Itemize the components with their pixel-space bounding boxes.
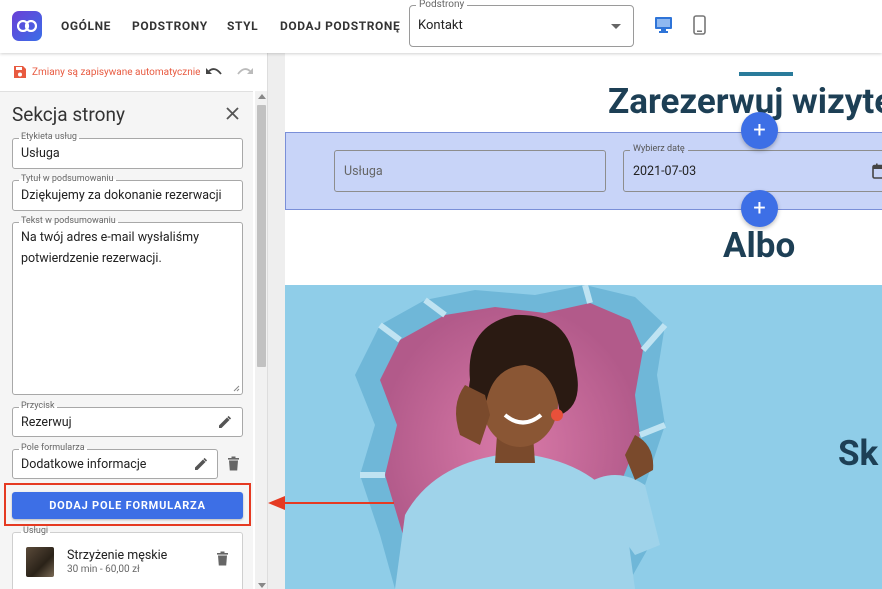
nav-add-subpage[interactable]: DODAJ PODSTRONĘ [280, 19, 400, 33]
summary-text-legend: Tekst w podsumowaniu [19, 216, 118, 226]
add-section-below-button[interactable]: + [741, 190, 778, 227]
trash-icon[interactable] [216, 551, 229, 566]
button-label-field[interactable]: Przycisk Rezerwuj [12, 401, 243, 437]
summary-title-legend: Tytuł w podsumowaniu [19, 174, 116, 184]
top-bar: OGÓLNE PODSTRONY STYL DODAJ PODSTRONĘ Po… [0, 0, 882, 53]
heading-accent-bar [739, 72, 793, 76]
mobile-icon[interactable] [693, 15, 706, 35]
edit-pencil-icon[interactable] [217, 415, 232, 430]
summary-title-field[interactable]: Tytuł w podsumowaniu Dziękujemy za dokon… [12, 174, 243, 211]
page-preview: Zarezerwuj wizytę Usługa Wybierz datę 20… [268, 53, 882, 589]
service-label-value: Usługa [21, 146, 60, 161]
calendar-icon[interactable] [872, 163, 882, 179]
preview-page: Zarezerwuj wizytę Usługa Wybierz datę 20… [285, 53, 882, 589]
service-meta: 30 min - 60,00 zł [67, 564, 140, 575]
highlight-frame [4, 483, 251, 526]
link-logo-icon [17, 20, 37, 32]
panel-scrollbar-thumb[interactable] [257, 105, 266, 367]
services-legend: Usługi [21, 526, 51, 536]
autosave-text: Zmiany są zapisywane automatycznie [32, 66, 201, 78]
date-input-value: 2021-07-03 [633, 164, 697, 179]
annotation-arrow-line [284, 502, 394, 504]
close-icon[interactable] [226, 107, 239, 120]
woman-on-phone-illustration [285, 285, 882, 589]
service-input-placeholder: Usługa [344, 164, 383, 179]
redo-icon[interactable] [236, 66, 254, 78]
subpage-select-label: Podstrony [416, 0, 468, 10]
button-label-legend: Przycisk [19, 401, 57, 411]
scroll-up-icon[interactable] [258, 94, 266, 99]
summary-text-line-1: Na twój adres e-mail wysłaliśmy [21, 230, 200, 245]
or-heading: Albo [723, 225, 796, 266]
add-section-above-button[interactable]: + [741, 112, 778, 149]
button-label-value: Rezerwuj [21, 415, 72, 430]
desktop-icon[interactable] [654, 16, 673, 34]
booking-form-section[interactable]: Usługa Wybierz datę 2021-07-03 [285, 132, 882, 210]
chevron-down-icon [611, 24, 621, 29]
resize-handle-icon[interactable] [233, 385, 240, 392]
form-field-legend: Pole formularza [19, 443, 87, 453]
section-title: Sekcja strony [12, 103, 125, 126]
form-field-value: Dodatkowe informacje [21, 457, 147, 472]
edit-pencil-icon[interactable] [193, 457, 208, 472]
service-label-field[interactable]: Etykieta usług Usługa [12, 132, 243, 169]
subpage-select-value: Kontakt [418, 18, 463, 33]
save-icon [14, 66, 26, 78]
left-panel: Zmiany są zapisywane automatycznie Sekcj… [0, 53, 268, 589]
trash-icon[interactable] [227, 456, 240, 471]
service-thumbnail [26, 547, 54, 577]
app-logo[interactable] [12, 11, 42, 41]
service-name: Strzyżenie męskie [67, 548, 168, 563]
form-field-input[interactable]: Pole formularza Dodatkowe informacje [12, 443, 218, 479]
undo-icon[interactable] [205, 66, 223, 78]
subpage-select[interactable]: Podstrony Kontakt [409, 0, 634, 47]
summary-text-area[interactable]: Tekst w podsumowaniu Na twój adres e-mai… [12, 216, 243, 395]
service-input[interactable]: Usługa [334, 150, 606, 192]
nav-subpages[interactable]: PODSTRONY [132, 19, 208, 33]
nav-general[interactable]: OGÓLNE [61, 19, 111, 33]
autosave-indicator: Zmiany są zapisywane automatycznie [13, 65, 200, 79]
date-input[interactable]: Wybierz datę 2021-07-03 [623, 144, 882, 192]
scroll-down-icon[interactable] [258, 583, 266, 588]
summary-title-value: Dziękujemy za dokonanie rezerwacji [21, 188, 222, 203]
summary-text-line-2: potwierdzenie rezerwacji. [21, 251, 162, 266]
date-input-legend: Wybierz datę [630, 144, 688, 154]
arrow-left-icon [268, 496, 285, 510]
hero-heading: Sk [838, 433, 879, 474]
service-label-legend: Etykieta usług [19, 132, 79, 142]
nav-style[interactable]: STYL [227, 19, 258, 33]
services-list: Usługi Strzyżenie męskie 30 min - 60,00 … [12, 526, 243, 589]
hero-image: Sk [285, 285, 882, 589]
booking-heading: Zarezerwuj wizytę [608, 81, 882, 122]
